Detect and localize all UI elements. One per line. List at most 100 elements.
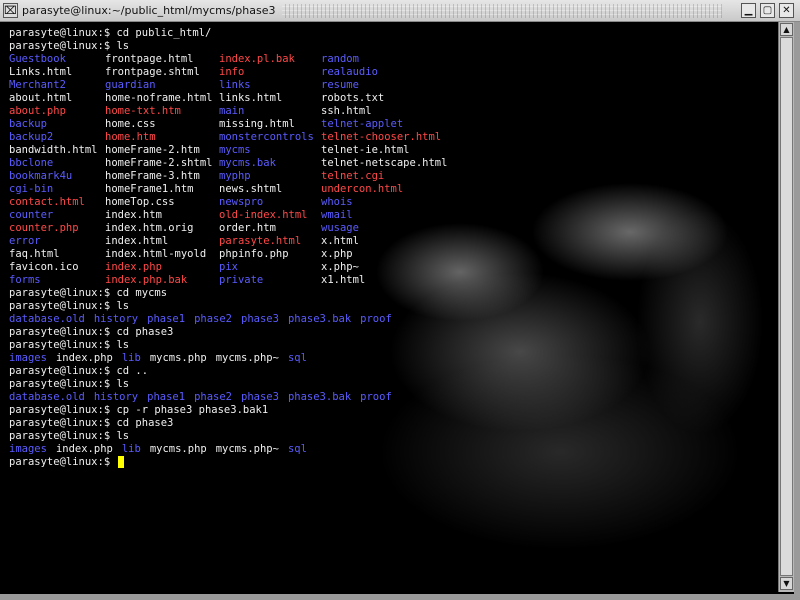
listing-entry: database.old: [9, 391, 85, 403]
listing-entry: myphp: [219, 170, 251, 182]
listing-entry: ssh.html: [321, 105, 372, 117]
listing-entry: mycms.php: [149, 352, 207, 364]
listing-entry: links.html: [219, 92, 283, 104]
vertical-scrollbar[interactable]: ▲ ▼: [778, 22, 794, 592]
terminal-line: contact.html homeTop.css newspro whois: [9, 196, 771, 209]
title-bar[interactable]: ⌧ parasyte@linux:~/public_html/mycms/pha…: [0, 0, 800, 22]
terminal-line: Links.html frontpage.shtml info realaudio: [9, 66, 771, 79]
maximize-button[interactable]: ▢: [760, 3, 775, 18]
listing-entry: backup: [9, 118, 47, 130]
listing-entry: history: [93, 391, 139, 403]
listing-entry: guardian: [105, 79, 156, 91]
listing-entry: private: [219, 274, 264, 286]
listing-entry: order.htm: [219, 222, 276, 234]
terminal-line: counter.php index.htm.orig order.htm wusage: [9, 222, 771, 235]
listing-entry: forms: [9, 274, 41, 286]
listing-entry: lib: [121, 352, 141, 364]
window-menu-icon[interactable]: ⌧: [3, 3, 18, 18]
listing-entry: index.php: [55, 352, 113, 364]
scroll-up-arrow-icon[interactable]: ▲: [780, 23, 793, 36]
minimize-button[interactable]: ▁: [741, 3, 756, 18]
terminal-line: database.old history phase1 phase2 phase3 pha…: [9, 391, 771, 404]
listing-entry: homeFrame1.htm: [105, 183, 194, 195]
terminal-line: bbclone homeFrame-2.shtml mycms.bak telnet-…: [9, 157, 771, 170]
terminal-line: bookmark4u homeFrame-3.htm myphp telnet.cgi: [9, 170, 771, 183]
listing-entry: error: [9, 235, 41, 247]
text-cursor: [118, 456, 125, 468]
scrollbar-thumb[interactable]: [780, 37, 793, 576]
listing-entry: homeTop.css: [105, 196, 175, 208]
terminal-line: parasyte@linux:$ cd ..: [9, 365, 771, 378]
listing-entry: telnet-ie.html: [321, 144, 410, 156]
terminal-line: images index.php lib mycms.php mycms.php~ sql: [9, 352, 771, 365]
listing-entry: telnet-applet: [321, 118, 404, 130]
listing-entry: wusage: [321, 222, 359, 234]
listing-entry: mycms.php~: [215, 443, 279, 455]
listing-entry: mycms.php~: [215, 352, 279, 364]
listing-entry: monstercontrols: [219, 131, 314, 143]
listing-entry: telnet-netscape.html: [321, 157, 448, 169]
listing-entry: Merchant2: [9, 79, 66, 91]
listing-entry: x.php~: [321, 261, 359, 273]
listing-entry: newspro: [219, 196, 264, 208]
listing-entry: frontpage.shtml: [105, 66, 200, 78]
terminal-line: parasyte@linux:$ ls: [9, 339, 771, 352]
terminal-line: counter index.htm old-index.html wmail: [9, 209, 771, 222]
terminal-line: faq.html index.html-myold phpinfo.php x.php: [9, 248, 771, 261]
listing-entry: main: [219, 105, 245, 117]
listing-entry: index.html: [105, 235, 169, 247]
terminal-line: parasyte@linux:$ ls: [9, 378, 771, 391]
listing-entry: x.html: [321, 235, 359, 247]
terminal-line: parasyte@linux:$ cd phase3: [9, 326, 771, 339]
listing-entry: about.php: [9, 105, 66, 117]
listing-entry: news.shtml: [219, 183, 283, 195]
terminal-output[interactable]: parasyte@linux:$ cd public_html/parasyte…: [9, 27, 771, 597]
shell-text: parasyte@linux:$ cd mycms: [9, 287, 168, 299]
title-bar-grip[interactable]: [282, 4, 722, 18]
terminal-line: parasyte@linux:$ cd mycms: [9, 287, 771, 300]
close-button[interactable]: ✕: [779, 3, 794, 18]
listing-entry: undercon.html: [321, 183, 404, 195]
terminal-line: parasyte@linux:$ ls: [9, 430, 771, 443]
listing-entry: index.htm.orig: [105, 222, 194, 234]
shell-text: parasyte@linux:$ cd phase3: [9, 417, 174, 429]
listing-entry: mycms.php: [149, 443, 207, 455]
listing-entry: images: [9, 352, 47, 364]
terminal-line: database.old history phase1 phase2 phase3 pha…: [9, 313, 771, 326]
listing-entry: history: [93, 313, 139, 325]
listing-entry: phase2: [194, 313, 232, 325]
shell-text: parasyte@linux:$ ls: [9, 300, 130, 312]
listing-entry: cgi-bin: [9, 183, 54, 195]
listing-entry: parasyte.html: [219, 235, 302, 247]
listing-entry: phase2: [194, 391, 232, 403]
shell-text: parasyte@linux:$ ls: [9, 339, 130, 351]
listing-entry: telnet-chooser.html: [321, 131, 442, 143]
listing-entry: robots.txt: [321, 92, 385, 104]
terminal-line: backup2 home.htm monstercontrols telnet-cho…: [9, 131, 771, 144]
listing-entry: home.htm: [105, 131, 156, 143]
listing-entry: bbclone: [9, 157, 54, 169]
listing-entry: frontpage.html: [105, 53, 194, 65]
terminal-line: backup home.css missing.html telnet-applet: [9, 118, 771, 131]
shell-text: parasyte@linux:$ cp -r phase3 phase3.bak…: [9, 404, 269, 416]
listing-entry: bookmark4u: [9, 170, 73, 182]
listing-entry: lib: [121, 443, 141, 455]
terminal-line: parasyte@linux:$ cd phase3: [9, 417, 771, 430]
shell-text: parasyte@linux:$: [9, 456, 117, 468]
terminal-line: about.php home-txt.htm main ssh.html: [9, 105, 771, 118]
listing-entry: home-txt.htm: [105, 105, 181, 117]
listing-entry: backup2: [9, 131, 54, 143]
shell-text: parasyte@linux:$ cd ..: [9, 365, 149, 377]
terminal-line: cgi-bin homeFrame1.htm news.shtml undercon.…: [9, 183, 771, 196]
listing-entry: index.php.bak: [105, 274, 188, 286]
listing-entry: counter.php: [9, 222, 79, 234]
terminal-line: parasyte@linux:$ ls: [9, 40, 771, 53]
terminal-line: forms index.php.bak private x1.html: [9, 274, 771, 287]
listing-entry: phase1: [147, 313, 186, 325]
listing-entry: homeFrame-3.htm: [105, 170, 200, 182]
listing-entry: Guestbook: [9, 53, 66, 65]
listing-entry: resume: [321, 79, 359, 91]
terminal-line: Merchant2 guardian links resume: [9, 79, 771, 92]
terminal-line: about.html home-noframe.html links.html rob…: [9, 92, 771, 105]
scroll-down-arrow-icon[interactable]: ▼: [780, 577, 793, 590]
